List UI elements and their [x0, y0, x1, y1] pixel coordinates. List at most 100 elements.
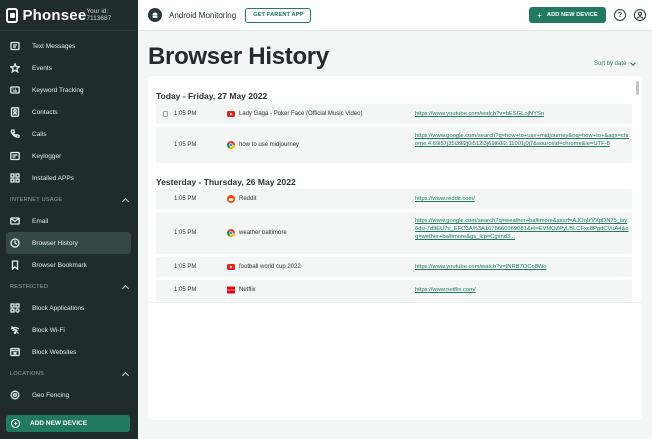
block-apps-icon: [10, 303, 20, 313]
add-device-label: ADD NEW DEVICE: [30, 420, 88, 427]
sidebar-item-label: Block Websites: [32, 348, 77, 356]
sidebar-item-browser-bookmark[interactable]: Browser Bookmark: [0, 254, 131, 276]
history-url[interactable]: https://www.youtube.com/watch?v=INRB7OCo…: [415, 263, 630, 271]
sidebar-item-block-websites[interactable]: Block Websites: [0, 341, 131, 363]
day-heading: Today - Friday, 27 May 2022: [156, 91, 268, 101]
sidebar-item-label: Email: [32, 217, 49, 225]
wifi-off-icon: [10, 325, 20, 335]
sidebar-item-events[interactable]: Events: [0, 57, 131, 79]
history-row: 1:05 PM Lady Gaga - Poker Face (Official…: [156, 104, 632, 124]
sidebar-item-label: Geo Fencing: [32, 391, 70, 399]
sidebar-item-block-wifi[interactable]: Block Wi-Fi: [0, 319, 131, 341]
brand-bar: Phonsee Your id: 7113687: [0, 0, 138, 31]
history-time: 1:05 PM: [174, 196, 197, 202]
youtube-icon: [227, 264, 235, 270]
history-title: Netflix: [239, 287, 256, 293]
clock-icon: [10, 238, 20, 248]
history-row: 1:05 PM Reddit https://www.reddit.com/: [156, 189, 632, 209]
history-time: 1:05 PM: [174, 111, 197, 117]
day-heading: Yesterday - Thursday, 26 May 2022: [156, 177, 296, 187]
history-url[interactable]: https://www.youtube.com/watch?v=bESGLojN…: [415, 110, 630, 118]
history-time: 1:05 PM: [174, 287, 197, 293]
sort-dropdown[interactable]: Sort by date: [594, 60, 637, 67]
history-url[interactable]: https://www.reddit.com/: [415, 195, 630, 203]
section-internet-usage[interactable]: INTERNET USAGE: [0, 189, 138, 210]
bookmark-icon: [10, 260, 20, 270]
page-context-title: Android Monitoring: [169, 10, 237, 20]
history-row: 1:05 PM weather baltimore https://www.go…: [156, 212, 632, 254]
plus-icon: +: [537, 10, 542, 20]
keylogger-icon: [10, 151, 20, 161]
add-device-label: ADD NEW DEVICE: [546, 12, 598, 18]
history-title: football world cup 2022: [239, 264, 301, 270]
section-heading: INTERNET USAGE: [10, 196, 63, 203]
user-id: Your id: 7113687: [86, 8, 112, 22]
history-panel: Today - Friday, 27 May 2022 1:05 PM Lady…: [148, 76, 642, 420]
sidebar-item-label: Block Applications: [32, 304, 85, 312]
sidebar-item-text-messages[interactable]: Text Messages: [0, 35, 131, 57]
sidebar-item-label: Calls: [32, 130, 47, 138]
history-row: 1:05 PM football world cup 2022 https://…: [156, 257, 632, 277]
contact-card-icon: [10, 107, 20, 117]
android-icon: [148, 8, 162, 22]
history-title: how to use midjourney: [239, 142, 300, 148]
sidebar-item-browser-history[interactable]: Browser History: [6, 232, 131, 254]
brand-name: Phonsee: [22, 6, 87, 24]
history-url[interactable]: https://www.google.com/search?q=how+to+u…: [415, 132, 630, 148]
sidebar-item-label: Text Messages: [32, 42, 76, 50]
section-restricted[interactable]: RESTRICTED: [0, 276, 138, 297]
add-new-device-button[interactable]: + ADD NEW DEVICE: [529, 7, 606, 23]
chevron-up-icon: [121, 371, 130, 379]
sidebar-item-calls[interactable]: Calls: [0, 123, 131, 145]
sidebar-item-label: Browser Bookmark: [32, 261, 87, 269]
sidebar: Phonsee Your id: 7113687 Text Messages E…: [0, 0, 138, 439]
scrollbar[interactable]: [636, 80, 640, 302]
account-icon[interactable]: [634, 9, 646, 21]
chrome-icon: [227, 229, 235, 237]
list-divider: [148, 302, 642, 303]
chevron-up-icon: [121, 197, 130, 205]
message-icon: [10, 41, 20, 51]
scrollbar-thumb[interactable]: [636, 81, 639, 95]
keyboard-icon: [10, 85, 20, 95]
top-bar: Android Monitoring GET PARENT APP + ADD …: [138, 0, 652, 31]
history-row: 1:05 PM Netflix https://www.netflix.com/: [156, 280, 632, 301]
apps-grid-icon: [10, 173, 20, 183]
reddit-icon: [227, 195, 235, 203]
plus-circle-icon: [11, 419, 20, 428]
sidebar-item-email[interactable]: Email: [0, 210, 131, 232]
history-row: 1:05 PM how to use midjourney https://ww…: [156, 127, 632, 163]
document-icon: [163, 111, 168, 117]
sidebar-item-geo-fencing[interactable]: Geo Fencing: [0, 384, 131, 406]
history-url[interactable]: https://www.netflix.com/: [415, 286, 630, 294]
history-time: 1:05 PM: [174, 264, 197, 270]
youtube-icon: [227, 111, 235, 117]
chrome-icon: [227, 141, 235, 149]
section-locations[interactable]: LOCATIONS: [0, 363, 138, 384]
history-url[interactable]: https://www.google.com/search?q=weather+…: [415, 217, 630, 241]
add-device-sidebar-button[interactable]: ADD NEW DEVICE: [6, 415, 130, 432]
sidebar-item-contacts[interactable]: Contacts: [0, 101, 131, 123]
sort-label: Sort by date: [594, 61, 627, 67]
phonsee-logo-icon: [6, 7, 19, 23]
get-parent-app-button[interactable]: GET PARENT APP: [245, 7, 312, 23]
history-time: 1:05 PM: [174, 142, 197, 148]
history-title: weather baltimore: [239, 230, 287, 236]
sidebar-item-keylogger[interactable]: Keylogger: [0, 145, 131, 167]
sidebar-nav: Text Messages Events Keyword Tracking Co…: [0, 31, 138, 406]
sidebar-item-label: Installed APPs: [32, 174, 74, 182]
sidebar-item-keyword-tracking[interactable]: Keyword Tracking: [0, 79, 131, 101]
history-title: Reddit: [239, 196, 257, 202]
sidebar-item-block-applications[interactable]: Block Applications: [0, 297, 131, 319]
sidebar-item-label: Keyword Tracking: [32, 86, 84, 94]
netflix-icon: [227, 286, 235, 294]
history-time: 1:05 PM: [174, 230, 197, 236]
sidebar-item-label: Keylogger: [32, 152, 62, 160]
sidebar-item-label: Block Wi-Fi: [32, 326, 65, 334]
star-icon: [10, 63, 20, 73]
sidebar-item-installed-apps[interactable]: Installed APPs: [0, 167, 131, 189]
help-icon[interactable]: ?: [614, 9, 626, 21]
phone-icon: [10, 129, 20, 139]
page-title: Browser History: [148, 43, 329, 70]
geofence-icon: [10, 390, 20, 400]
